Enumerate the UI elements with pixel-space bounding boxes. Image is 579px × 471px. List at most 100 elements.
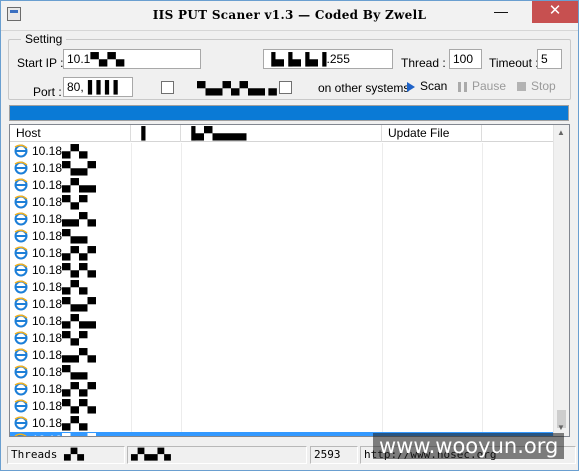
pause-icon xyxy=(458,81,467,92)
list-rows: 10.18▄▀▄ 10.18▀▄▄▀ 10.18▄▀▄▄ 10.18▀▄▀ 10.18▄… xyxy=(10,143,555,436)
host-cell: 10.18▄▄▀▄ xyxy=(14,347,130,364)
host-text: 10.18▄▀▄▄ xyxy=(32,178,97,192)
ie-globe-icon xyxy=(14,195,28,209)
status-threads-value: ▄▀▄ xyxy=(63,448,84,461)
host-cell: 10.18▄▄▀▄ xyxy=(14,211,130,228)
table-row[interactable]: 10.18▀▄▄ xyxy=(10,364,555,381)
table-row[interactable]: 10.18▄▀▄▀ xyxy=(10,381,555,398)
host-text: 10.18▀▄▄▀ xyxy=(32,433,96,436)
host-cell: 10.18▀▄▀ xyxy=(14,194,130,211)
host-text: 10.18▄▄▀▄ xyxy=(32,212,97,226)
stop-button-label: Stop xyxy=(531,79,556,93)
table-row[interactable]: 10.18▄▀▄ xyxy=(10,143,555,160)
pause-button[interactable]: Pause xyxy=(458,79,506,93)
host-cell: 10.18▄▀▄▄ xyxy=(14,177,130,194)
thread-label: Thread : xyxy=(401,56,446,70)
ie-globe-icon xyxy=(14,229,28,243)
option1-checkbox[interactable] xyxy=(161,81,174,94)
title-bar: IIS PUT Scaner v1.3 — Coded By ZwelL — ✕ xyxy=(1,1,578,31)
ie-globe-icon xyxy=(14,433,28,436)
host-cell: 10.18▀▄▄▀ xyxy=(14,432,130,436)
host-text: 10.18▀▄▄ xyxy=(32,229,88,243)
pause-button-label: Pause xyxy=(472,79,507,93)
host-text: 10.18▀▄▄▀ xyxy=(32,297,97,311)
ie-globe-icon xyxy=(14,331,28,345)
timeout-input[interactable]: 5 xyxy=(537,49,562,69)
end-ip-input[interactable]: ▐▄▐▄▐▄▐.255 xyxy=(263,49,393,69)
scan-progress-bar xyxy=(9,105,569,121)
ie-globe-icon xyxy=(14,382,28,396)
table-row[interactable]: 10.18▄▄▀▄ xyxy=(10,347,555,364)
ie-globe-icon xyxy=(14,280,28,294)
ie-globe-icon xyxy=(14,212,28,226)
ie-globe-icon xyxy=(14,178,28,192)
host-cell: 10.18▀▄▄▀ xyxy=(14,160,130,177)
table-row[interactable]: 10.18▄▀▄ xyxy=(10,415,555,432)
ie-globe-icon xyxy=(14,399,28,413)
ie-globe-icon xyxy=(14,314,28,328)
ie-globe-icon xyxy=(14,246,28,260)
scroll-down-icon[interactable]: ▼ xyxy=(557,423,565,432)
table-row[interactable]: 10.18▄▀▄▄ xyxy=(10,177,555,194)
host-text: 10.18▄▀▄ xyxy=(32,416,88,430)
host-text: 10.18▀▄▄ xyxy=(32,365,88,379)
host-cell: 10.18▄▀▄▀ xyxy=(14,245,130,262)
ie-globe-icon xyxy=(14,263,28,277)
table-row[interactable]: 10.18▄▄▀▄ xyxy=(10,211,555,228)
host-text: 10.18▄▀▄▀ xyxy=(32,382,97,396)
status-threads-label: Threads xyxy=(11,448,58,461)
ie-globe-icon xyxy=(14,348,28,362)
host-text: 10.18▀▄▀▄ xyxy=(32,263,97,277)
ie-globe-icon xyxy=(14,144,28,158)
column-header-3[interactable]: ▐▄▀▄▄▄▄ xyxy=(181,125,382,142)
table-row[interactable]: 10.18▄▀▄▀ xyxy=(10,245,555,262)
progress-fill xyxy=(10,106,568,120)
table-row[interactable]: 10.18▀▄▄▀ xyxy=(10,296,555,313)
thread-input[interactable]: 100 xyxy=(449,49,482,69)
table-row[interactable]: 10.18▀▄▄▀ xyxy=(10,160,555,177)
host-cell: 10.18▄▀▄▄ xyxy=(14,313,130,330)
port-label: Port : xyxy=(33,85,62,99)
host-text: 10.18▀▄▀ xyxy=(32,331,88,345)
table-row[interactable]: 10.18▀▄▄ xyxy=(10,228,555,245)
table-row[interactable]: 10.18▀▄▀▄ xyxy=(10,262,555,279)
host-text: 10.18▀▄▄▀ xyxy=(32,161,97,175)
host-text: 10.18▄▀▄ xyxy=(32,144,88,158)
option2-checkbox[interactable] xyxy=(279,81,292,94)
table-row[interactable]: 10.18▀▄▀ xyxy=(10,194,555,211)
host-text: 10.18▄▀▄▀ xyxy=(32,246,97,260)
table-row[interactable]: 10.18▀▄▀▄ xyxy=(10,398,555,415)
status-message: ▄▀▄▄▀▄ xyxy=(127,446,307,464)
scan-button-label: Scan xyxy=(420,79,448,93)
host-cell: 10.18▀▄▄ xyxy=(14,228,130,245)
results-list[interactable]: Host ▐ ▐▄▀▄▄▄▄ Update File 10.18▄▀▄ 10.18… xyxy=(9,124,570,437)
column-header-update-file[interactable]: Update File xyxy=(382,125,482,142)
scan-button[interactable]: Scan xyxy=(407,79,447,93)
stop-button[interactable]: Stop xyxy=(517,79,556,93)
ie-globe-icon xyxy=(14,161,28,175)
host-cell: 10.18▀▄▀ xyxy=(14,330,130,347)
host-cell: 10.18▀▄▀▄ xyxy=(14,262,130,279)
start-ip-label: Start IP : xyxy=(17,56,64,70)
list-header: Host ▐ ▐▄▀▄▄▄▄ Update File xyxy=(10,125,569,142)
table-row[interactable]: 10.18▀▄▀ xyxy=(10,330,555,347)
host-cell: 10.18▀▄▄▀ xyxy=(14,296,130,313)
option1-label: ▀▄▄▀▄▀▄▄ ▄ xyxy=(197,81,277,95)
timeout-label: Timeout : xyxy=(489,56,539,70)
minimize-icon[interactable]: — xyxy=(487,1,515,23)
column-header-2[interactable]: ▐ xyxy=(131,125,181,142)
app-window: IIS PUT Scaner v1.3 — Coded By ZwelL — ✕… xyxy=(0,0,579,471)
scroll-up-icon[interactable]: ▲ xyxy=(557,128,565,137)
vertical-scrollbar[interactable]: ▲ ▼ xyxy=(553,125,569,436)
ie-globe-icon xyxy=(14,297,28,311)
status-threads: Threads ▄▀▄ xyxy=(7,446,125,464)
host-cell: 10.18▄▀▄▀ xyxy=(14,381,130,398)
port-input[interactable]: 80,▐▐▐▐ xyxy=(63,77,133,97)
table-row[interactable]: 10.18▄▀▄▄ xyxy=(10,313,555,330)
column-header-host[interactable]: Host xyxy=(10,125,131,142)
table-row[interactable]: 10.18▄▀▄ xyxy=(10,279,555,296)
start-ip-input[interactable]: 10.1▀▄▀▄ xyxy=(63,49,201,69)
host-cell: 10.18▀▄▄ xyxy=(14,364,130,381)
host-cell: 10.18▄▀▄ xyxy=(14,279,130,296)
close-icon[interactable]: ✕ xyxy=(532,1,578,23)
